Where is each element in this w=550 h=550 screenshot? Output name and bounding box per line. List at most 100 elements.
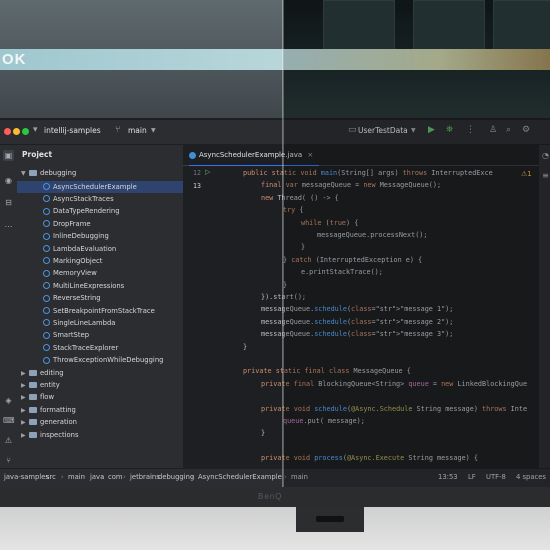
tree-item-class[interactable]: AsyncStackTraces [17, 193, 183, 205]
folder-icon [29, 369, 37, 376]
branch-widget[interactable]: main [128, 126, 147, 135]
project-tool-icon[interactable]: ▣ [3, 150, 14, 161]
tree-label: ThrowExceptionWhileDebugging [53, 356, 164, 365]
tree-folder[interactable]: ▶ generation [17, 416, 183, 428]
run-icon[interactable]: ▶ [428, 125, 435, 135]
tree-item-class[interactable]: MemoryView [17, 267, 183, 279]
tab-async-scheduler-example[interactable]: AsyncSchedulerExample.java × [189, 145, 320, 167]
breadcrumb-item[interactable]: java-samples [4, 473, 49, 481]
java-class-icon [43, 282, 50, 290]
tree-label: AsyncSchedulerExample [53, 182, 137, 191]
more-tools-icon[interactable]: … [3, 219, 14, 230]
java-class-icon [43, 356, 50, 364]
breadcrumb-item[interactable]: main [291, 473, 308, 481]
tree-folder-debugging[interactable]: ▼ debugging [17, 167, 183, 179]
breadcrumb-item[interactable]: debugging [158, 473, 194, 481]
code-text: } [301, 243, 306, 252]
tree-item-class[interactable]: SmartStep [17, 329, 183, 341]
tree-folder[interactable]: ▶ formatting [17, 404, 183, 416]
folder-icon [29, 431, 37, 438]
tree-label: StackTraceExplorer [53, 343, 119, 352]
run-configuration-selector[interactable]: UserTestData [358, 126, 408, 135]
search-icon[interactable]: ⌕ [506, 125, 511, 135]
close-window-button[interactable] [4, 128, 11, 135]
tree-item-class[interactable]: DropFrame [17, 218, 183, 230]
tree-label: SingleLineLambda [53, 318, 116, 327]
code-text: messageQueue.schedule(class="str">"messa… [261, 305, 454, 314]
tree-item-class[interactable]: MarkingObject [17, 255, 183, 267]
caret-position[interactable]: 13:53 [438, 473, 458, 481]
tree-item-class[interactable]: SingleLineLambda [17, 317, 183, 329]
structure-tool-icon[interactable]: ⊟ [3, 197, 14, 208]
git-tool-icon[interactable]: ⑂ [3, 455, 14, 466]
breadcrumb-separator-icon: › [151, 473, 154, 481]
tree-folder[interactable]: ▶ editing [17, 367, 183, 379]
code-line: private void process(@Async.Execute Stri… [261, 454, 478, 462]
settings-icon[interactable]: ⚙ [522, 125, 530, 135]
tree-item-class[interactable]: MultiLineExpressions [17, 280, 183, 292]
problems-tool-icon[interactable]: ⚠ [3, 435, 14, 446]
tree-label: flow [40, 393, 54, 402]
status-bar: java-samples › src › main › java › com › jetbrains… [0, 468, 550, 487]
tree-item-class[interactable]: ReverseString [17, 292, 183, 304]
java-class-icon [43, 269, 50, 277]
user-icon[interactable]: ♙ [489, 125, 497, 135]
tree-label: AsyncStackTraces [53, 194, 114, 203]
tree-folder[interactable]: ▶ inspections [17, 429, 183, 441]
project-menu-icon[interactable]: ▾ [33, 125, 38, 135]
line-ending[interactable]: LF [468, 473, 476, 481]
maximize-window-button[interactable] [22, 128, 29, 135]
database-icon[interactable]: ≡ [540, 170, 550, 181]
tree-item-class[interactable]: LambdaEvaluation [17, 243, 183, 255]
code-line: } [261, 429, 265, 437]
breadcrumb-item[interactable]: src [46, 473, 56, 481]
commit-tool-icon[interactable]: ◉ [3, 175, 14, 186]
chevron-down-icon: ▼ [151, 127, 156, 134]
notifications-icon[interactable]: ◔ [540, 150, 550, 161]
project-panel-title[interactable]: Project [22, 150, 52, 159]
breadcrumb-item[interactable]: AsyncSchedulerExample [198, 473, 282, 481]
code-text: messageQueue.processNext(); [317, 231, 428, 239]
tree-item-class[interactable]: SetBreakpointFromStackTrace [17, 305, 183, 317]
breadcrumb-item[interactable]: jetbrains [130, 473, 160, 481]
project-name-widget[interactable]: intellij-samples [44, 126, 101, 135]
java-class-icon [43, 183, 50, 190]
tree-folder[interactable]: ▶ entity [17, 379, 183, 391]
services-tool-icon[interactable]: ◈ [3, 395, 14, 406]
code-text: private final BlockingQueue<String> queu… [261, 379, 528, 388]
indent-setting[interactable]: 4 spaces [516, 473, 546, 481]
editor-gutter: 12 ▷ 13 [183, 166, 231, 468]
branch-icon: ⑂ [115, 125, 121, 135]
java-class-icon [43, 245, 50, 252]
code-line: while (true) { [301, 219, 358, 227]
tree-folder[interactable]: ▶ flow [17, 391, 183, 403]
code-line: } [243, 343, 247, 351]
tree-item-class[interactable]: DataTypeRendering [17, 205, 183, 217]
code-line: private static final class MessageQueue … [243, 367, 411, 375]
code-editor[interactable]: ⚠1 public static void main(String[] args… [231, 166, 550, 468]
tree-item-class[interactable]: AsyncSchedulerExample [17, 180, 183, 193]
tree-label: InlineDebugging [53, 232, 109, 241]
close-tab-icon[interactable]: × [307, 151, 313, 159]
more-actions-icon[interactable]: ⋮ [466, 125, 475, 135]
terminal-tool-icon[interactable]: ⌨ [3, 415, 15, 426]
folder-icon [29, 419, 37, 426]
editor-tab-bar: AsyncSchedulerExample.java × [183, 145, 550, 167]
breadcrumb-separator-icon: › [39, 473, 42, 481]
warning-indicator[interactable]: ⚠1 [521, 170, 532, 178]
tree-item-class[interactable]: InlineDebugging [17, 230, 183, 242]
run-gutter-icon[interactable]: ▷ [205, 168, 210, 176]
ide-titlebar: ▾ intellij-samples ⑂ main ▼ ▭ UserTestDa… [0, 120, 550, 145]
minimize-window-button[interactable] [13, 128, 20, 135]
file-encoding[interactable]: UTF-8 [486, 473, 506, 481]
breadcrumb-separator-icon: › [123, 473, 126, 481]
code-text: } [261, 429, 266, 438]
tree-item-class[interactable]: ThrowExceptionWhileDebugging [17, 354, 183, 366]
tree-item-class[interactable]: StackTraceExplorer [17, 342, 183, 354]
java-class-icon [43, 195, 50, 203]
java-class-icon [43, 257, 50, 265]
banner-strip [0, 49, 550, 70]
debug-icon[interactable]: ⛯ [446, 125, 453, 135]
breadcrumb-item[interactable]: com [108, 473, 123, 481]
code-line: } [301, 243, 305, 251]
